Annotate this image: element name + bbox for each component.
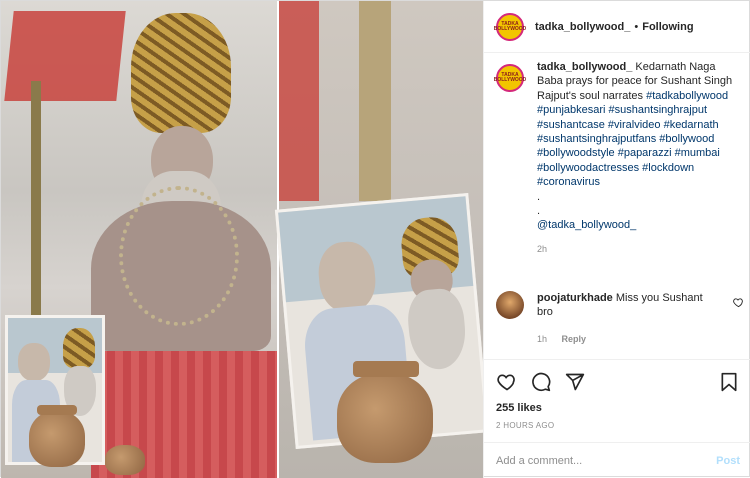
add-comment-bar: Post [484,442,750,478]
reply-button[interactable]: Reply [562,334,587,344]
comment-like-icon[interactable] [733,297,744,311]
caption-mention[interactable]: @tadka_bollywood_ [537,218,737,232]
caption-text: tadka_bollywood_ Kedarnath Naga Baba pra… [537,60,737,256]
post-sidebar: TADKA BOLLYWOOD tadka_bollywood_ • Follo… [483,1,750,478]
caption-username[interactable]: tadka_bollywood_ [537,61,632,73]
caption-section: TADKA BOLLYWOOD tadka_bollywood_ Kedarna… [484,54,750,284]
commenter-avatar[interactable] [496,291,524,319]
bookmark-icon[interactable] [718,371,740,393]
comment-input[interactable] [496,454,717,467]
comment-time: 1h [537,333,548,344]
header-username[interactable]: tadka_bollywood_ [535,21,630,33]
caption-dot: . [537,190,541,203]
account-avatar[interactable]: TADKA BOLLYWOOD [493,12,527,41]
share-icon[interactable] [564,371,586,393]
post-header: TADKA BOLLYWOOD tadka_bollywood_ • Follo… [484,1,750,53]
heart-icon[interactable] [496,371,518,393]
post-actions: 255 likes 2 HOURS AGO [484,359,750,430]
caption-hashtags[interactable]: #tadkabollywood #punjabkesari #sushantsi… [537,90,728,188]
following-button[interactable]: Following [642,21,693,33]
comment-icon[interactable] [530,371,552,393]
caption-dot: . [537,205,541,218]
caption-time: 2h [537,243,548,254]
comment-username[interactable]: poojaturkhade [537,292,613,304]
post-timestamp: 2 HOURS AGO [496,421,555,430]
comment-item: poojaturkhade Miss you Sushant bro 1h Re… [496,291,744,346]
post-button[interactable]: Post [716,455,740,467]
photo-right-card [274,1,483,478]
caption-logo-text: TADKA BOLLYWOOD [493,72,527,83]
photo-left-sadhu [1,1,277,478]
caption-avatar[interactable]: TADKA BOLLYWOOD [493,64,527,92]
post-image[interactable] [1,1,483,478]
header-separator: • [634,20,639,33]
like-count[interactable]: 255 likes [496,402,740,414]
instagram-post: TADKA BOLLYWOOD tadka_bollywood_ • Follo… [0,0,750,478]
logo-text: TADKA BOLLYWOOD [493,20,527,32]
